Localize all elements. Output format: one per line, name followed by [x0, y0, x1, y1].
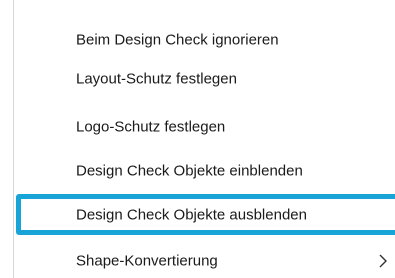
menu-item-ignore-design-check[interactable]: Beim Design Check ignorieren: [20, 18, 395, 62]
menu-item-hide-design-check-objects[interactable]: Design Check Objekte ausblenden: [16, 194, 395, 235]
menu-item-label: Design Check Objekte einblenden: [76, 162, 303, 180]
menu-item-set-logo-protection[interactable]: Logo-Schutz festlegen: [20, 105, 395, 149]
chevron-right-icon: [379, 254, 387, 268]
menu-item-show-design-check-objects[interactable]: Design Check Objekte einblenden: [20, 149, 395, 193]
menu-item-label: Design Check Objekte ausblenden: [76, 206, 307, 223]
context-menu: Beim Design Check ignorieren Layout-Schu…: [16, 0, 395, 278]
menu-item-label: Layout-Schutz festlegen: [76, 70, 237, 88]
menu-item-shape-conversion[interactable]: Shape-Konvertierung: [20, 239, 395, 278]
menu-item-label: Logo-Schutz festlegen: [76, 118, 226, 136]
menu-item-label: Shape-Konvertierung: [76, 252, 218, 270]
menu-left-divider: [13, 0, 14, 278]
menu-item-set-layout-protection[interactable]: Layout-Schutz festlegen: [20, 57, 395, 101]
menu-item-label: Beim Design Check ignorieren: [76, 31, 279, 49]
